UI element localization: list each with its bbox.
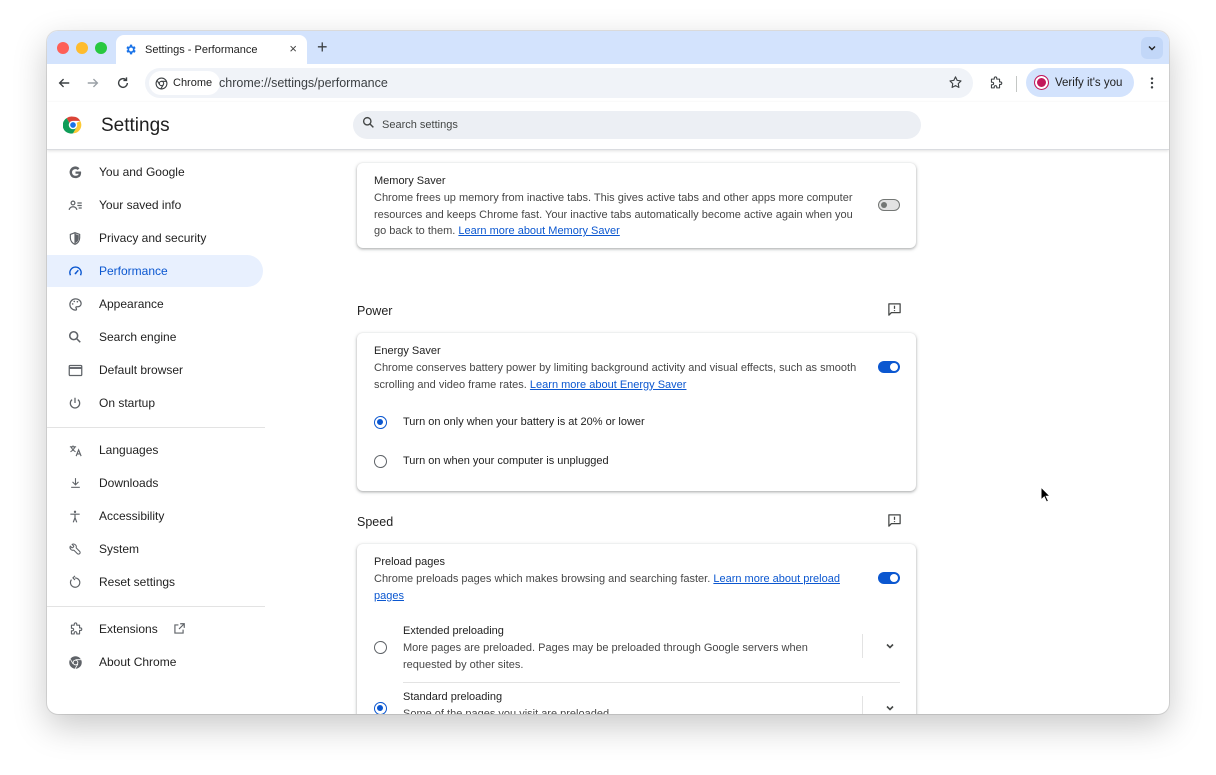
memory-saver-title: Memory Saver <box>374 175 446 187</box>
row-separator <box>862 634 863 658</box>
new-tab-button[interactable]: + <box>317 37 328 57</box>
radio-button[interactable] <box>374 455 387 468</box>
gear-icon <box>124 43 137 56</box>
speed-section-title: Speed <box>357 515 394 529</box>
site-chip-label: Chrome <box>173 77 213 89</box>
url-text[interactable]: chrome://settings/performance <box>219 76 388 90</box>
preload-pages-title: Preload pages <box>374 556 445 568</box>
row-separator <box>862 696 863 714</box>
energy-option-battery-20[interactable]: Turn on only when your battery is at 20%… <box>357 408 916 438</box>
tab-settings-performance[interactable]: Settings - Performance × <box>116 35 307 64</box>
search-icon <box>362 116 375 134</box>
radio-button[interactable] <box>374 641 387 654</box>
energy-option-unplugged[interactable]: Turn on when your computer is unplugged <box>357 447 916 477</box>
arrow-left-icon <box>58 78 70 88</box>
close-tab-icon[interactable]: × <box>289 42 297 56</box>
chevron-down-icon <box>886 643 894 649</box>
mouse-cursor-icon <box>1040 485 1052 508</box>
memory-saver-description: Chrome frees up memory from inactive tab… <box>374 192 853 237</box>
reload-button[interactable] <box>113 73 133 93</box>
power-section-title: Power <box>357 304 393 318</box>
radio-label: Turn on when your computer is unplugged <box>403 455 609 467</box>
tab-bar: Settings - Performance × + <box>47 31 1169 64</box>
reload-icon <box>117 77 129 89</box>
toolbar-divider <box>1016 76 1017 92</box>
settings-main: Memory Saver Chrome frees up memory from… <box>47 151 1169 714</box>
extended-preloading-option[interactable]: Extended preloading More pages are prelo… <box>357 622 916 672</box>
puzzle-icon <box>990 75 1002 88</box>
profile-button[interactable]: Verify it's you <box>1026 68 1134 97</box>
more-vert-icon <box>1150 77 1154 89</box>
search-input[interactable] <box>382 119 882 131</box>
row-divider <box>403 682 900 683</box>
settings-search[interactable] <box>353 111 921 139</box>
radio-button[interactable] <box>374 702 387 714</box>
energy-saver-title: Energy Saver <box>374 345 441 357</box>
chrome-logo-icon <box>62 115 83 135</box>
radio-label: Standard preloading <box>403 691 503 703</box>
avatar <box>1034 75 1049 90</box>
forward-button[interactable] <box>83 73 103 93</box>
expand-extended-preloading-button[interactable] <box>882 638 898 654</box>
radio-label: Extended preloading <box>403 625 504 637</box>
chevron-down-icon <box>886 705 894 711</box>
preload-pages-toggle[interactable] <box>878 572 900 584</box>
energy-saver-card: Energy Saver Chrome conserves battery po… <box>357 333 916 491</box>
tab-search-button[interactable] <box>1141 37 1163 59</box>
expand-standard-preloading-button[interactable] <box>882 700 898 714</box>
radio-description: More pages are preloaded. Pages may be p… <box>403 642 808 671</box>
arrow-right-icon <box>87 78 99 88</box>
preload-pages-description: Chrome preloads pages which makes browsi… <box>374 573 840 602</box>
close-window-button[interactable] <box>57 42 69 54</box>
minimize-window-button[interactable] <box>76 42 88 54</box>
chrome-icon <box>155 77 168 90</box>
back-button[interactable] <box>54 73 74 93</box>
site-info-chip[interactable]: Chrome <box>149 71 221 95</box>
memory-saver-card: Memory Saver Chrome frees up memory from… <box>357 163 916 248</box>
profile-button-label: Verify it's you <box>1055 76 1123 89</box>
energy-saver-learn-more-link[interactable]: Learn more about Energy Saver <box>530 379 687 391</box>
energy-saver-description: Chrome conserves battery power by limiti… <box>374 362 857 391</box>
tab-title: Settings - Performance <box>145 43 258 56</box>
settings-header: Settings <box>47 102 1169 150</box>
browser-menu-button[interactable] <box>1142 73 1162 93</box>
radio-button[interactable] <box>374 416 387 429</box>
browser-window: Settings - Performance × + Chrome chrome… <box>47 31 1169 714</box>
energy-saver-toggle[interactable] <box>878 361 900 373</box>
feedback-icon[interactable] <box>885 511 903 529</box>
memory-saver-toggle[interactable] <box>878 199 900 211</box>
radio-label: Turn on only when your battery is at 20%… <box>403 416 645 428</box>
radio-description: Some of the pages you visit are preloade… <box>403 708 610 714</box>
chevron-down-icon <box>1148 46 1156 51</box>
standard-preloading-option[interactable]: Standard preloading Some of the pages yo… <box>357 689 916 714</box>
extensions-button[interactable] <box>985 73 1005 93</box>
browser-toolbar: Chrome chrome://settings/performance Ver… <box>47 64 1169 102</box>
memory-saver-learn-more-link[interactable]: Learn more about Memory Saver <box>458 225 619 237</box>
address-bar[interactable]: Chrome chrome://settings/performance <box>145 68 973 98</box>
page-title: Settings <box>101 115 170 136</box>
feedback-icon[interactable] <box>885 300 903 318</box>
preload-pages-card: Preload pages Chrome preloads pages whic… <box>357 544 916 714</box>
bookmark-star-icon[interactable] <box>948 75 963 95</box>
maximize-window-button[interactable] <box>95 42 107 54</box>
